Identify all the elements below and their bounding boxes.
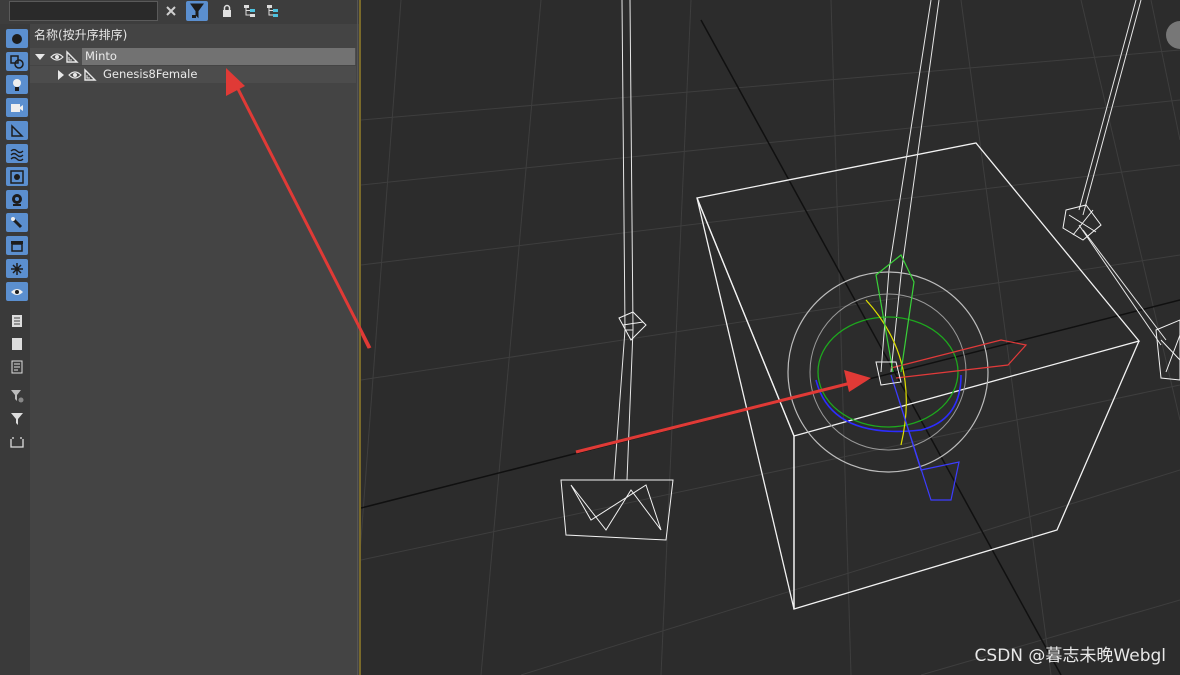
explorer-annotation-arrow [226, 68, 372, 349]
perspective-viewport[interactable]: CSDN @暮志未晚Webgl [361, 0, 1180, 675]
watermark: CSDN @暮志未晚Webgl [974, 646, 1166, 666]
grid [361, 0, 1180, 675]
app-window: 名称(按升序排序) Minto Genesis8Female CSDN @暮志未… [0, 0, 1180, 675]
bone-cluster-right[interactable] [1062, 204, 1180, 381]
transform-gizmo[interactable] [787, 254, 1028, 501]
world-axes [361, 19, 1180, 675]
viewcube-icon[interactable] [1166, 21, 1180, 49]
viewport-scene[interactable] [361, 0, 1180, 675]
